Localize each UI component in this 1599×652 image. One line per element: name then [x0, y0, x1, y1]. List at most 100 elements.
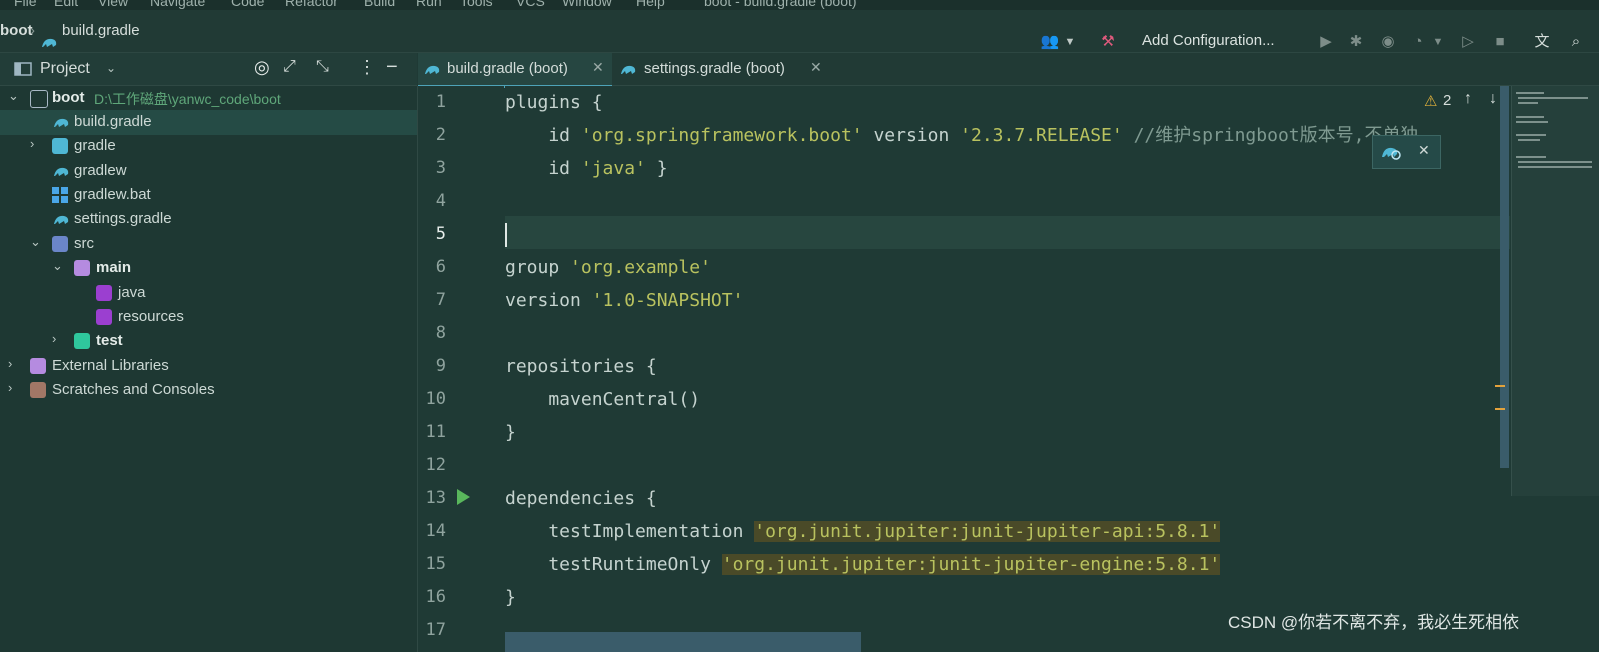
line-number: 16 [425, 587, 446, 607]
gradle-reload-icon[interactable] [1380, 143, 1402, 161]
menu-window[interactable]: Window [562, 0, 612, 9]
search-icon[interactable]: ⌕ [1566, 32, 1586, 52]
resources-folder-icon [96, 309, 112, 325]
profiler-chevron-down-icon[interactable]: ▼ [1428, 32, 1448, 52]
run-icon[interactable]: ▶ [1316, 32, 1336, 52]
add-configuration-button[interactable]: Add Configuration... [1142, 32, 1275, 49]
menu-refactor[interactable]: Refactor [285, 0, 338, 9]
tree-item-label: gradle [74, 137, 116, 154]
close-icon[interactable]: ✕ [592, 59, 604, 76]
tree-item-external-libraries[interactable]: › External Libraries [0, 354, 417, 379]
editor-tab-bar: build.gradle (boot) ✕ settings.gradle (b… [418, 53, 1599, 88]
menu-code[interactable]: Code [231, 0, 264, 9]
resume-icon[interactable]: ▷ [1458, 32, 1478, 52]
line-number: 6 [435, 257, 446, 277]
tree-item-label: Scratches and Consoles [52, 381, 215, 398]
menu-file[interactable]: File [14, 0, 37, 9]
tree-item-src[interactable]: ⌄ src [0, 232, 417, 257]
options-menu-icon[interactable]: ⋮ [358, 57, 376, 78]
translate-icon[interactable]: 文 [1532, 32, 1552, 52]
debug-icon[interactable]: ✱ [1346, 32, 1366, 52]
collapsed-chevron-icon[interactable]: › [52, 331, 56, 346]
expanded-chevron-icon[interactable]: ⌄ [52, 258, 63, 274]
tree-item-java[interactable]: java [0, 281, 417, 306]
stop-icon[interactable]: ■ [1490, 32, 1510, 52]
tree-item-settings-gradle[interactable]: settings.gradle [0, 207, 417, 232]
tree-item-scratches[interactable]: › Scratches and Consoles [0, 378, 417, 403]
horizontal-scrollbar[interactable] [505, 632, 861, 652]
breadcrumb-separator-icon: › [30, 22, 35, 39]
tree-item-gradle[interactable]: › gradle [0, 134, 417, 159]
tab-build-gradle[interactable]: build.gradle (boot) ✕ [418, 53, 612, 88]
tree-item-label: java [118, 284, 146, 301]
coverage-icon[interactable]: ◉ [1378, 32, 1398, 52]
close-icon[interactable]: ✕ [1418, 142, 1430, 159]
menu-edit[interactable]: Edit [54, 0, 78, 9]
tree-item-label: External Libraries [52, 357, 169, 374]
collapse-all-icon[interactable]: ⤡ [316, 58, 329, 76]
code-line: } [505, 422, 516, 443]
breadcrumb-project[interactable]: boot [0, 22, 32, 39]
tree-item-label: boot [52, 89, 85, 106]
tree-item-test[interactable]: › test [0, 329, 417, 354]
run-gutter-icon[interactable] [455, 487, 471, 507]
line-number: 1 [435, 92, 446, 112]
tree-item-boot[interactable]: ⌄ boot D:\工作磁盘\yanwc_code\boot [0, 86, 417, 111]
expand-all-icon[interactable]: ⤢ [283, 58, 296, 76]
expanded-chevron-icon[interactable]: ⌄ [30, 234, 41, 250]
code-editor[interactable]: plugins { id 'org.springframework.boot' … [505, 86, 1510, 652]
vertical-scrollbar[interactable] [1500, 86, 1509, 468]
menu-help[interactable]: Help [636, 0, 665, 9]
gradle-icon [54, 118, 69, 127]
previous-highlight-icon[interactable]: ↑ [1464, 90, 1472, 108]
close-icon[interactable]: ✕ [810, 59, 822, 76]
tab-settings-gradle[interactable]: settings.gradle (boot) ✕ [614, 53, 832, 85]
line-number: 11 [425, 422, 446, 442]
windows-icon [52, 187, 68, 203]
project-chevron-down-icon[interactable]: ⌄ [106, 61, 116, 75]
code-line: version '1.0-SNAPSHOT' [505, 290, 744, 311]
line-number: 4 [435, 191, 446, 211]
code-minimap[interactable] [1511, 86, 1599, 496]
locate-file-icon[interactable]: ◎ [254, 57, 270, 78]
tree-item-main[interactable]: ⌄ main [0, 256, 417, 281]
build-hammer-icon[interactable]: ⚒ [1098, 32, 1118, 52]
text-caret [505, 223, 507, 247]
menu-build[interactable]: Build [364, 0, 395, 9]
code-line: id 'java' } [505, 158, 668, 179]
tree-item-gradlew-bat[interactable]: gradlew.bat [0, 183, 417, 208]
tree-item-build-gradle[interactable]: build.gradle [0, 110, 417, 135]
chevron-down-icon[interactable]: ▼ [1060, 32, 1080, 52]
menu-tools[interactable]: Tools [460, 0, 493, 9]
next-highlight-icon[interactable]: ↓ [1489, 90, 1497, 108]
profiler-icon[interactable]: ◔ [1408, 32, 1428, 52]
menu-vcs[interactable]: VCS [516, 0, 545, 9]
breadcrumb-file[interactable]: build.gradle [62, 22, 140, 39]
java-folder-icon [96, 285, 112, 301]
tab-label: build.gradle (boot) [447, 60, 568, 77]
tree-item-label: src [74, 235, 94, 252]
vcs-users-icon[interactable]: 👥 [1040, 32, 1060, 52]
line-number: 8 [435, 323, 446, 343]
menu-view[interactable]: View [98, 0, 128, 9]
warning-stripe-mark[interactable] [1495, 385, 1505, 387]
warning-icon[interactable]: ⚠ [1424, 92, 1437, 110]
code-line: id 'org.springframework.boot' version '2… [505, 125, 1419, 146]
gradle-icon [621, 65, 636, 74]
warning-count[interactable]: 2 [1443, 92, 1451, 109]
collapsed-chevron-icon[interactable]: › [30, 136, 34, 151]
tree-item-resources[interactable]: resources [0, 305, 417, 330]
project-panel-title[interactable]: Project [40, 60, 90, 78]
collapsed-chevron-icon[interactable]: › [8, 380, 12, 395]
tree-item-gradlew[interactable]: gradlew [0, 159, 417, 184]
expanded-chevron-icon[interactable]: ⌄ [8, 88, 19, 104]
menu-navigate[interactable]: Navigate [150, 0, 205, 9]
project-view-icon [14, 62, 32, 76]
current-line-highlight [505, 216, 1510, 249]
main-folder-icon [74, 260, 90, 276]
menu-run[interactable]: Run [416, 0, 442, 9]
collapsed-chevron-icon[interactable]: › [8, 356, 12, 371]
warning-stripe-mark[interactable] [1495, 408, 1505, 410]
project-panel-header: Project ⌄ ◎ ⤢ ⤡ ⋮ − [0, 53, 417, 86]
hide-panel-icon[interactable]: − [386, 56, 398, 79]
